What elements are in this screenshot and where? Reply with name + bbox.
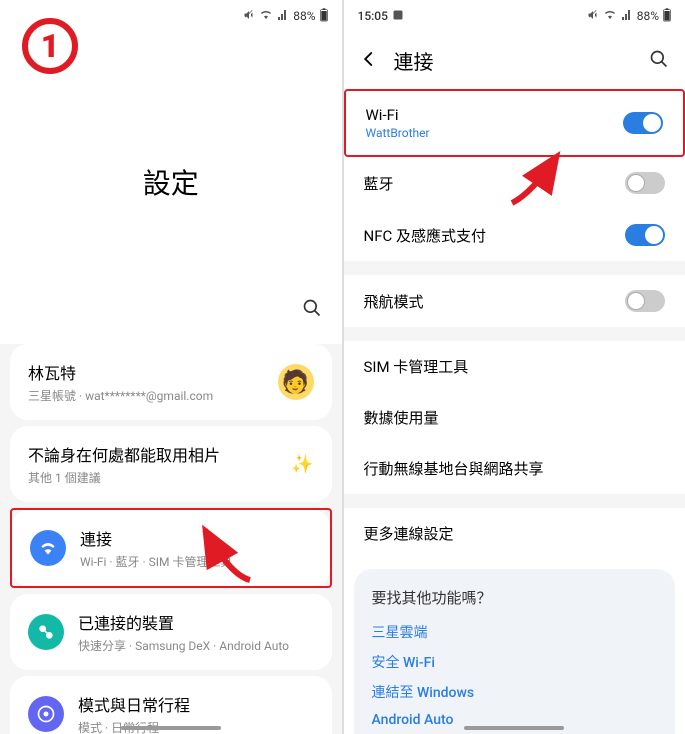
- item-title: 連接: [80, 526, 312, 550]
- item-icon: [30, 530, 66, 566]
- setting-row[interactable]: 飛航模式: [344, 275, 685, 327]
- page-title: 設定: [0, 162, 342, 202]
- setting-row[interactable]: Wi-Fi WattBrother: [344, 89, 685, 157]
- setting-title: 飛航模式: [364, 291, 626, 312]
- wifi-icon: [603, 9, 617, 24]
- item-icon: [28, 614, 64, 650]
- setting-row[interactable]: 數據使用量: [344, 392, 685, 443]
- suggestion-title: 不論身在何處都能取用相片: [28, 442, 277, 466]
- item-icon: [28, 696, 64, 732]
- suggest-card: 要找其他功能嗎？ 三星雲端安全 Wi-Fi連結至 WindowsAndroid …: [354, 569, 676, 734]
- suggest-link[interactable]: 安全 Wi-Fi: [372, 652, 658, 672]
- setting-row[interactable]: 行動無線基地台與網路共享: [344, 443, 685, 494]
- settings-screen: 1 88% 設定: [0, 0, 344, 734]
- battery-text: 88%: [637, 9, 659, 23]
- setting-sub: WattBrother: [366, 126, 624, 140]
- setting-row[interactable]: 更多連線設定: [344, 508, 685, 559]
- home-indicator: [464, 726, 564, 730]
- mute-icon: [587, 9, 599, 24]
- wifi-icon: [259, 9, 273, 24]
- search-icon[interactable]: [302, 298, 322, 322]
- battery-icon: [320, 8, 328, 25]
- step-badge: 1: [22, 18, 78, 74]
- back-icon[interactable]: [360, 50, 378, 72]
- signal-icon: [277, 9, 289, 24]
- header: 連接: [344, 32, 685, 89]
- setting-title: SIM 卡管理工具: [364, 356, 666, 377]
- status-time: 15:05: [358, 9, 388, 23]
- app-icon: [392, 9, 404, 24]
- settings-item[interactable]: 已連接的裝置 快速分享 · Samsung DeX · Android Auto: [10, 594, 332, 670]
- battery-icon: [663, 8, 671, 25]
- setting-title: 藍牙: [364, 173, 626, 194]
- setting-title: 更多連線設定: [364, 523, 666, 544]
- setting-title: NFC 及感應式支付: [364, 225, 626, 246]
- suggest-link[interactable]: 三星雲端: [372, 622, 658, 642]
- sparkle-icon: ✨: [291, 454, 313, 475]
- suggestion-card[interactable]: 不論身在何處都能取用相片 其他 1 個建議 ✨: [10, 426, 332, 502]
- setting-row[interactable]: 藍牙: [344, 157, 685, 209]
- toggle[interactable]: [623, 112, 663, 134]
- suggest-link[interactable]: 連結至 Windows: [372, 682, 658, 702]
- status-bar: 15:05 88%: [344, 0, 685, 32]
- settings-item[interactable]: 連接 Wi-Fi · 藍牙 · SIM 卡管理工具: [12, 510, 330, 586]
- header-title: 連接: [394, 46, 634, 75]
- item-title: 已連接的裝置: [78, 610, 314, 634]
- mute-icon: [243, 9, 255, 24]
- account-sub: 三星帳號 · wat********@gmail.com: [28, 387, 264, 404]
- battery-text: 88%: [293, 9, 315, 23]
- setting-row[interactable]: NFC 及感應式支付: [344, 209, 685, 261]
- setting-title: 行動無線基地台與網路共享: [364, 458, 666, 479]
- setting-title: 數據使用量: [364, 407, 666, 428]
- suggest-title: 要找其他功能嗎？: [372, 587, 658, 608]
- setting-row[interactable]: SIM 卡管理工具: [344, 341, 685, 392]
- avatar: 🧑: [278, 364, 314, 400]
- account-card[interactable]: 林瓦特 三星帳號 · wat********@gmail.com 🧑: [10, 344, 332, 420]
- toggle[interactable]: [625, 290, 665, 312]
- toggle[interactable]: [625, 224, 665, 246]
- toggle[interactable]: [625, 172, 665, 194]
- account-name: 林瓦特: [28, 360, 264, 384]
- setting-title: Wi-Fi: [366, 106, 624, 124]
- connections-screen: 15:05 88%: [344, 0, 685, 734]
- item-sub: 快速分享 · Samsung DeX · Android Auto: [78, 637, 314, 654]
- item-sub: Wi-Fi · 藍牙 · SIM 卡管理工具: [80, 553, 312, 570]
- search-icon[interactable]: [649, 49, 669, 73]
- signal-icon: [621, 9, 633, 24]
- home-indicator: [121, 726, 221, 730]
- item-title: 模式與日常行程: [78, 692, 314, 716]
- suggestion-sub: 其他 1 個建議: [28, 469, 277, 486]
